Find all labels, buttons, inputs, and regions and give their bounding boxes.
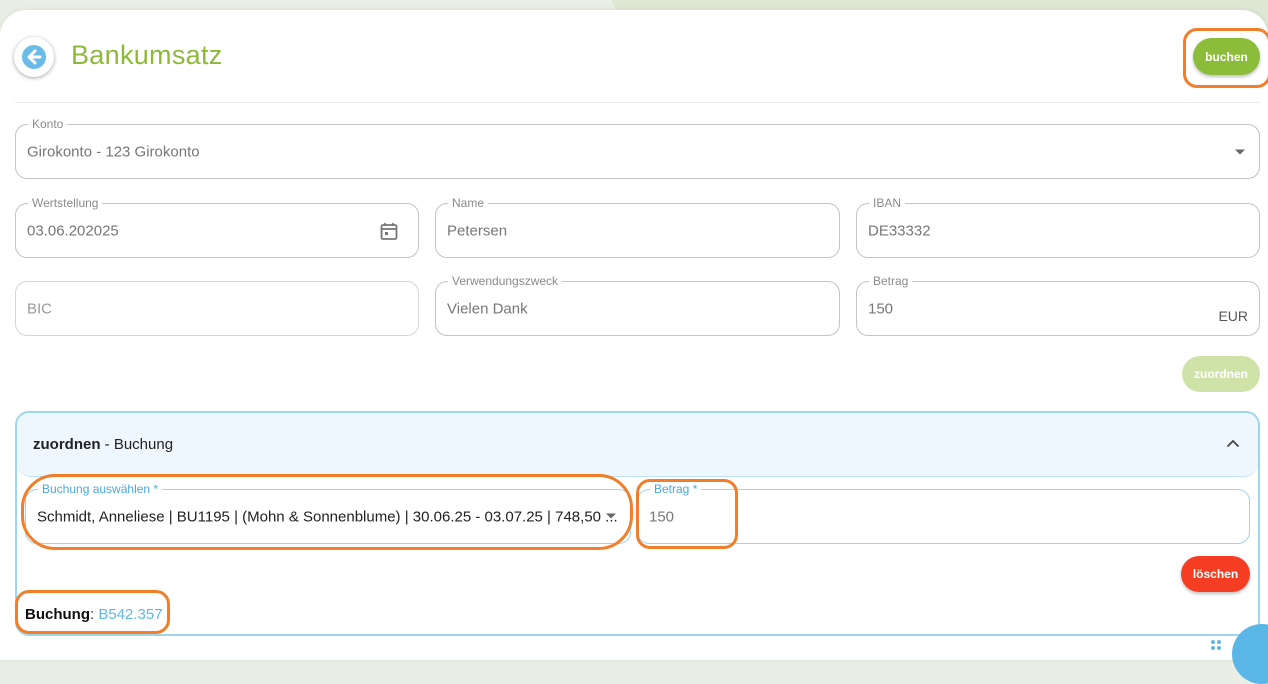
- iban-label: IBAN: [869, 196, 906, 210]
- buchung-select-label: Buchung auswählen *: [38, 482, 163, 496]
- panel-title: zuordnen - Buchung: [33, 436, 173, 453]
- buchung-select[interactable]: Buchung auswählen * Schmidt, Anneliese |…: [25, 482, 631, 544]
- konto-value: Girokonto - 123 Girokonto: [27, 143, 200, 160]
- betrag-value: 150: [868, 300, 894, 317]
- betrag-label: Betrag: [869, 274, 913, 288]
- zuordnen-button[interactable]: zuordnen: [1182, 356, 1260, 392]
- back-arrow-icon: [22, 45, 46, 69]
- iban-value: DE33332: [868, 222, 931, 239]
- buchen-button[interactable]: buchen: [1193, 38, 1260, 75]
- verwendungszweck-field[interactable]: Verwendungszweck Vielen Dank: [435, 274, 840, 336]
- buchung-link[interactable]: B542.357: [98, 606, 162, 623]
- panel-header[interactable]: zuordnen - Buchung: [17, 413, 1258, 477]
- bic-field[interactable]: BIC: [15, 281, 419, 336]
- panel-title-bold: zuordnen: [33, 436, 101, 453]
- verwendungszweck-value: Vielen Dank: [447, 300, 528, 317]
- name-value: Petersen: [447, 222, 508, 239]
- wertstellung-field[interactable]: Wertstellung 03.06.202025: [15, 196, 419, 258]
- name-label: Name: [448, 196, 489, 210]
- verwendungszweck-label: Verwendungszweck: [448, 274, 563, 288]
- konto-select[interactable]: Konto Girokonto - 123 Girokonto: [15, 117, 1260, 179]
- panel-betrag-label: Betrag *: [650, 482, 702, 496]
- konto-label: Konto: [28, 117, 68, 131]
- buchung-select-value: Schmidt, Anneliese | BU1195 | (Mohn & So…: [37, 508, 618, 525]
- betrag-field[interactable]: Betrag 150 EUR: [856, 274, 1260, 336]
- divider: [15, 102, 1260, 103]
- chevron-up-icon[interactable]: [1226, 439, 1240, 448]
- iban-field[interactable]: IBAN DE33332: [856, 196, 1260, 258]
- name-field[interactable]: Name Petersen: [435, 196, 840, 258]
- buchung-reference: Buchung: B542.357: [25, 606, 163, 623]
- drag-handle-icon[interactable]: [1210, 639, 1222, 654]
- dropdown-caret-icon: [1235, 149, 1245, 154]
- buchung-label: Buchung: [25, 606, 90, 623]
- bic-placeholder: BIC: [27, 300, 53, 317]
- wertstellung-label: Wertstellung: [28, 196, 103, 210]
- panel-betrag-value: 150: [649, 508, 675, 525]
- currency-suffix: EUR: [1218, 308, 1248, 324]
- panel-betrag-field[interactable]: Betrag * 150: [637, 482, 1250, 544]
- panel-title-rest: - Buchung: [100, 436, 174, 453]
- loeschen-button[interactable]: löschen: [1181, 556, 1250, 592]
- page-title: Bankumsatz: [71, 40, 223, 70]
- dropdown-caret-icon: [606, 513, 616, 519]
- back-button[interactable]: [14, 37, 54, 77]
- calendar-icon[interactable]: [380, 222, 398, 241]
- wertstellung-value: 03.06.202025: [27, 222, 119, 239]
